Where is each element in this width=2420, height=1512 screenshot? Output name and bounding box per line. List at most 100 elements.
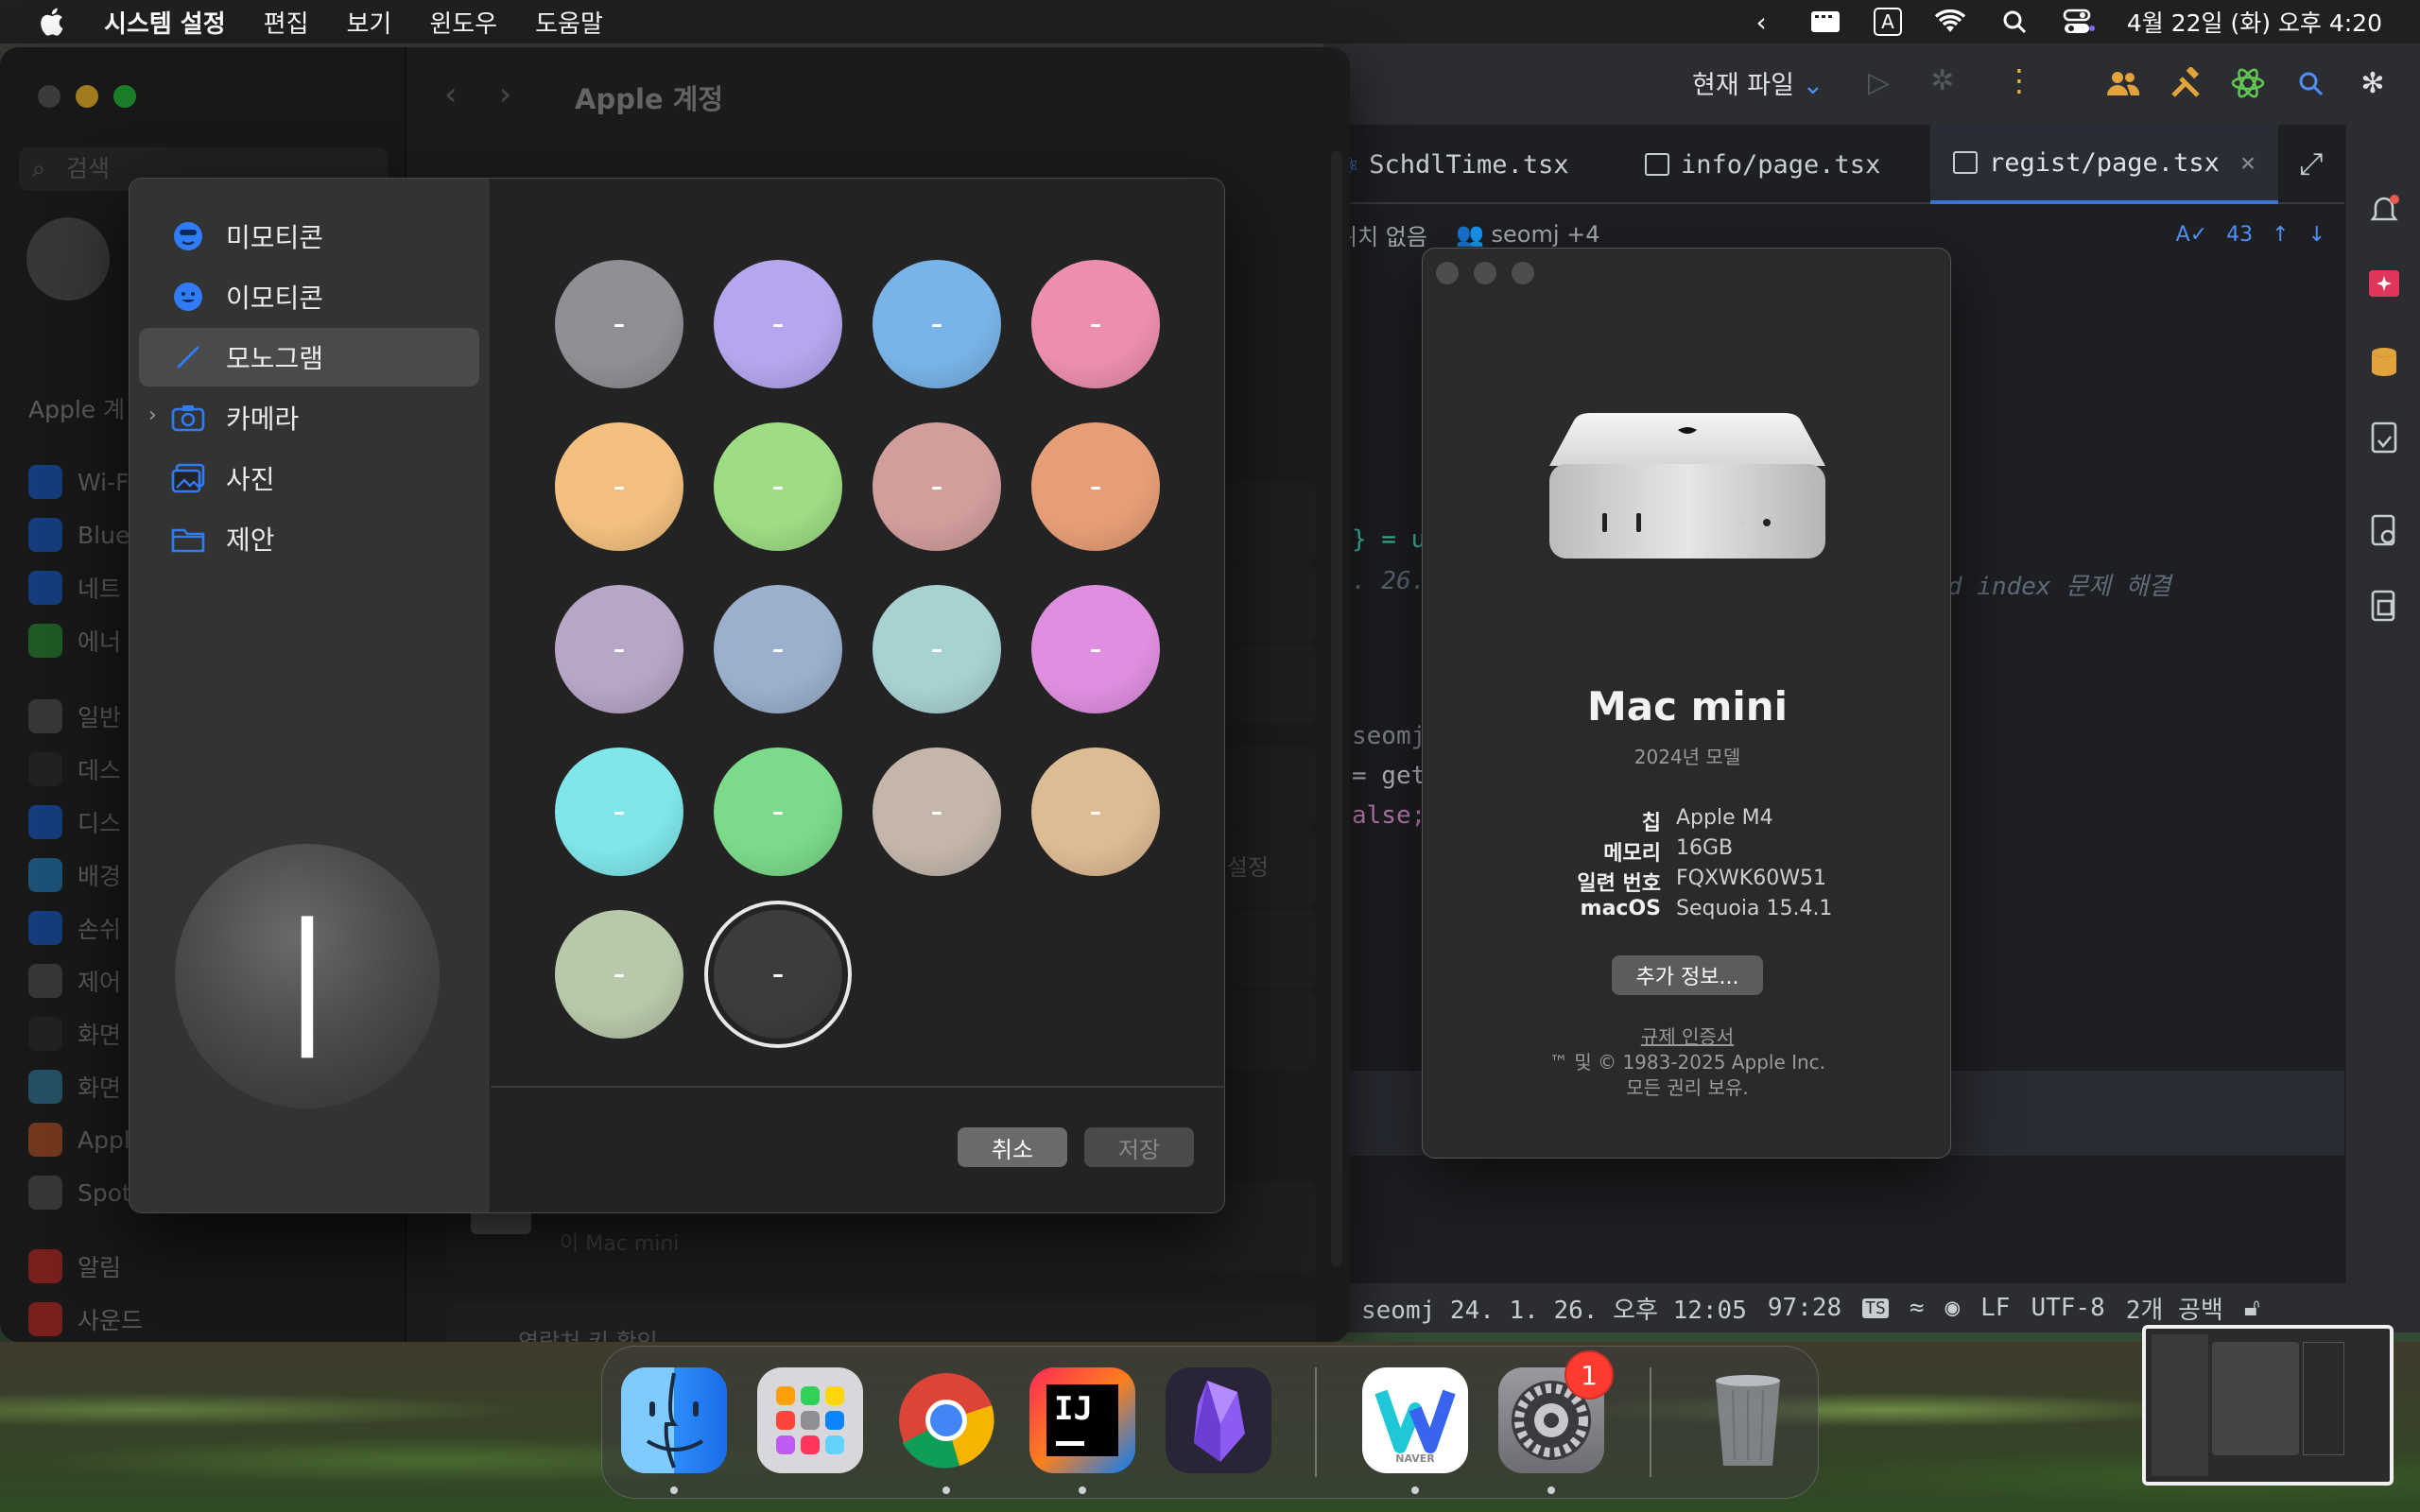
arrow-down-icon[interactable]: ↓ bbox=[2308, 223, 2325, 247]
profile-picture-picker: 미모티콘 이모티콘 모노그램 카메라 › 사진 제안 | – – – – – – – – – – –… bbox=[129, 178, 1225, 1213]
build-tools-icon[interactable] bbox=[2167, 64, 2204, 102]
menu-clock[interactable]: 4월 22일 (화) 오후 4:20 bbox=[2127, 5, 2382, 39]
color-swatch[interactable]: – bbox=[873, 585, 1001, 713]
search-icon[interactable] bbox=[2291, 64, 2329, 102]
color-swatch[interactable]: – bbox=[1031, 260, 1160, 388]
arrow-up-icon[interactable]: ↑ bbox=[2272, 223, 2289, 247]
zoom-button[interactable] bbox=[1512, 262, 1534, 284]
color-swatch[interactable]: – bbox=[1031, 747, 1160, 876]
expand-icon[interactable]: ⤢ bbox=[2299, 146, 2324, 182]
launchpad-icon[interactable] bbox=[757, 1367, 863, 1473]
color-swatch[interactable]: – bbox=[873, 422, 1001, 551]
cancel-button[interactable]: 취소 bbox=[958, 1127, 1067, 1167]
spec-value: Sequoia 15.4.1 bbox=[1676, 897, 1833, 920]
run-icon[interactable]: ▷ bbox=[1868, 66, 1890, 99]
authors-label[interactable]: 👥 seomj +4 bbox=[1456, 221, 1600, 248]
indent-setting[interactable]: 2개 공백 bbox=[2126, 1291, 2223, 1326]
color-swatch[interactable]: – bbox=[555, 422, 683, 551]
chevron-left-icon[interactable]: ‹ bbox=[1745, 7, 1777, 38]
line-ending[interactable]: LF bbox=[1980, 1294, 2010, 1322]
input-source-indicator[interactable]: A bbox=[1874, 8, 1902, 36]
color-swatch[interactable]: – bbox=[714, 910, 842, 1039]
run-config-selector[interactable]: 현재 파일 ⌄ bbox=[1692, 64, 1824, 101]
color-swatch[interactable]: – bbox=[1031, 422, 1160, 551]
monogram-text: – bbox=[1090, 311, 1101, 337]
settings-gear-icon[interactable]: ✻ bbox=[2354, 64, 2392, 102]
find-file-icon[interactable] bbox=[2365, 512, 2403, 550]
color-swatch[interactable]: – bbox=[873, 747, 1001, 876]
control-center-icon[interactable] bbox=[2063, 8, 2095, 36]
close-tab-icon[interactable]: × bbox=[2240, 148, 2256, 178]
intellij-idea-icon[interactable]: IJ bbox=[1029, 1367, 1135, 1473]
trash-icon[interactable] bbox=[1695, 1367, 1801, 1473]
lock-icon[interactable]: 🔓︎ bbox=[2244, 1294, 2260, 1323]
menu-extras: ‹ A 4월 22일 (화) 오후 4:20 bbox=[1745, 0, 2382, 43]
mac-mini-image bbox=[1549, 413, 1825, 558]
minimize-button[interactable] bbox=[1474, 262, 1496, 284]
source-emoji[interactable]: 이모티콘 bbox=[139, 267, 479, 326]
spec-key: 칩 bbox=[1641, 812, 1661, 835]
chrome-icon[interactable] bbox=[893, 1367, 999, 1473]
location-label: 위치 없음 bbox=[1337, 223, 1427, 250]
color-swatch[interactable]: – bbox=[555, 260, 683, 388]
notifications-icon[interactable] bbox=[2365, 191, 2403, 229]
inspection-widget[interactable]: A✓ 43 ↑ ↓ bbox=[2176, 223, 2325, 247]
naver-whale-icon[interactable]: NAVER bbox=[1362, 1367, 1468, 1473]
screenshot-thumbnail[interactable] bbox=[2142, 1325, 2394, 1486]
collaborators-icon[interactable] bbox=[2104, 64, 2142, 102]
prettier-icon[interactable]: ◉ bbox=[1945, 1294, 1961, 1322]
code-line: } = u bbox=[1352, 525, 1426, 554]
more-info-button[interactable]: 추가 정보... bbox=[1612, 955, 1763, 995]
source-photos[interactable]: 사진 bbox=[139, 449, 479, 507]
tab-schdltime[interactable]: ⚛ SchdlTime.tsx bbox=[1342, 125, 1569, 204]
pencil-icon bbox=[171, 340, 205, 374]
source-suggestions[interactable]: 제안 bbox=[139, 509, 479, 568]
spotlight-search-icon[interactable] bbox=[1998, 8, 2031, 36]
menu-window[interactable]: 윈도우 bbox=[429, 5, 497, 40]
source-monogram[interactable]: 모노그램 bbox=[139, 328, 479, 387]
clipboard-icon[interactable] bbox=[2365, 588, 2403, 626]
typescript-icon[interactable]: TS bbox=[1862, 1297, 1889, 1318]
code-comment: d index 문제 해결 bbox=[1947, 573, 2171, 601]
tailwind-icon[interactable]: ≈ bbox=[1910, 1294, 1925, 1322]
structure-icon[interactable] bbox=[2365, 420, 2403, 457]
menu-help[interactable]: 도움말 bbox=[535, 5, 603, 40]
blame-info[interactable]: seomj 24. 1. 26. 오후 12:05 bbox=[1361, 1291, 1747, 1326]
file-encoding[interactable]: UTF-8 bbox=[2031, 1294, 2104, 1322]
ai-chat-icon[interactable] bbox=[2365, 266, 2403, 304]
monogram-text: – bbox=[772, 799, 784, 825]
regulatory-certification-link[interactable]: 규제 인증서 bbox=[1423, 1022, 1952, 1049]
monogram-preview[interactable]: | bbox=[175, 844, 440, 1108]
tab-regist-page[interactable]: regist/page.tsx × bbox=[1930, 125, 2279, 204]
thumbnail-sidebar bbox=[2152, 1334, 2208, 1476]
color-swatch[interactable]: – bbox=[555, 747, 683, 876]
color-swatch[interactable]: – bbox=[714, 422, 842, 551]
source-camera[interactable]: 카메라 bbox=[139, 388, 479, 447]
color-swatch[interactable]: – bbox=[714, 747, 842, 876]
color-swatch[interactable]: – bbox=[873, 260, 1001, 388]
menu-app-name[interactable]: 시스템 설정 bbox=[104, 5, 226, 40]
close-button[interactable] bbox=[1436, 262, 1459, 284]
tab-info-page[interactable]: info/page.tsx bbox=[1645, 125, 1880, 204]
save-button[interactable]: 저장 bbox=[1084, 1127, 1194, 1167]
wifi-icon[interactable] bbox=[1934, 8, 1966, 36]
finder-icon[interactable] bbox=[621, 1367, 727, 1473]
color-swatch[interactable]: – bbox=[1031, 585, 1160, 713]
menu-edit[interactable]: 편집 bbox=[264, 5, 309, 40]
obsidian-icon[interactable] bbox=[1166, 1367, 1271, 1473]
color-swatch[interactable]: – bbox=[555, 585, 683, 713]
display-icon[interactable] bbox=[1809, 8, 1841, 36]
color-swatch[interactable]: – bbox=[714, 585, 842, 713]
ai-assistant-icon[interactable] bbox=[2229, 64, 2267, 102]
menu-view[interactable]: 보기 bbox=[347, 5, 392, 40]
source-memoji[interactable]: 미모티콘 bbox=[139, 207, 479, 266]
apple-menu-icon[interactable] bbox=[38, 7, 64, 37]
color-swatch[interactable]: – bbox=[555, 910, 683, 1039]
cursor-position[interactable]: 97:28 bbox=[1768, 1294, 1841, 1322]
database-icon[interactable] bbox=[2365, 344, 2403, 382]
debug-icon[interactable]: ✲ bbox=[1930, 64, 1954, 97]
color-swatch[interactable]: – bbox=[714, 260, 842, 388]
people-icon: 👥 bbox=[1455, 221, 1484, 248]
disclosure-chevron-icon[interactable]: › bbox=[148, 404, 157, 427]
more-vertical-icon[interactable]: ⋮ bbox=[2004, 62, 2034, 98]
